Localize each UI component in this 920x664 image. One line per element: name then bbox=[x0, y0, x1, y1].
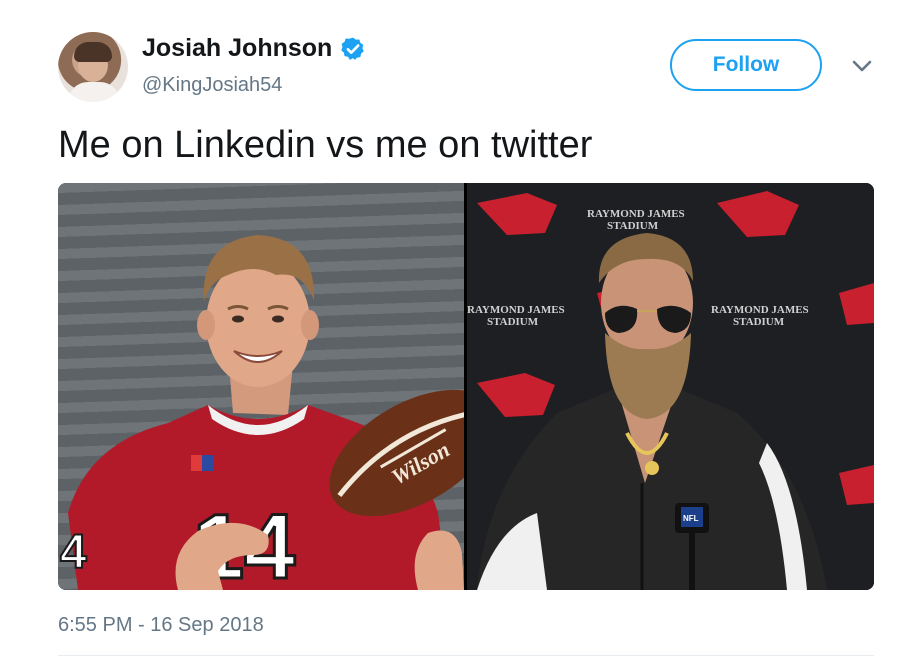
avatar-hair bbox=[74, 42, 112, 62]
backdrop-text-5: RAYMOND JAMES bbox=[711, 304, 809, 316]
verified-badge-icon bbox=[341, 37, 365, 60]
backdrop-text-3: RAYMOND JAMES bbox=[467, 304, 565, 316]
mic-flag: NFL bbox=[683, 514, 699, 523]
footer-divider bbox=[58, 655, 874, 656]
backdrop-text-2: STADIUM bbox=[607, 220, 659, 232]
backdrop-text-6: STADIUM bbox=[733, 316, 785, 328]
tweet-media[interactable]: 14 4 bbox=[58, 183, 874, 590]
display-name[interactable]: Josiah Johnson bbox=[142, 34, 332, 63]
avatar[interactable] bbox=[58, 32, 128, 102]
football-player-illustration: 14 4 bbox=[59, 235, 464, 590]
tweet-timestamp[interactable]: 6:55 PM - 16 Sep 2018 bbox=[58, 614, 264, 637]
tweet-text: Me on Linkedin vs me on twitter bbox=[58, 124, 593, 166]
backdrop-text-4: STADIUM bbox=[487, 316, 539, 328]
twitter-photo[interactable]: RAYMOND JAMES STADIUM RAYMOND JAMES STAD… bbox=[467, 183, 874, 590]
author-name-row: Josiah Johnson bbox=[142, 34, 366, 63]
avatar-shirt bbox=[68, 82, 120, 102]
tweet-card: Josiah Johnson @KingJosiah54 Follow Me o… bbox=[0, 0, 920, 664]
chevron-down-icon[interactable] bbox=[850, 58, 874, 74]
backdrop-text-1: RAYMOND JAMES bbox=[587, 208, 685, 220]
press-conference-illustration: RAYMOND JAMES STADIUM RAYMOND JAMES STAD… bbox=[467, 191, 874, 590]
sleeve-number: 4 bbox=[60, 526, 87, 579]
linkedin-photo[interactable]: 14 4 bbox=[58, 183, 464, 590]
user-handle[interactable]: @KingJosiah54 bbox=[142, 74, 282, 97]
follow-button[interactable]: Follow bbox=[670, 39, 822, 91]
